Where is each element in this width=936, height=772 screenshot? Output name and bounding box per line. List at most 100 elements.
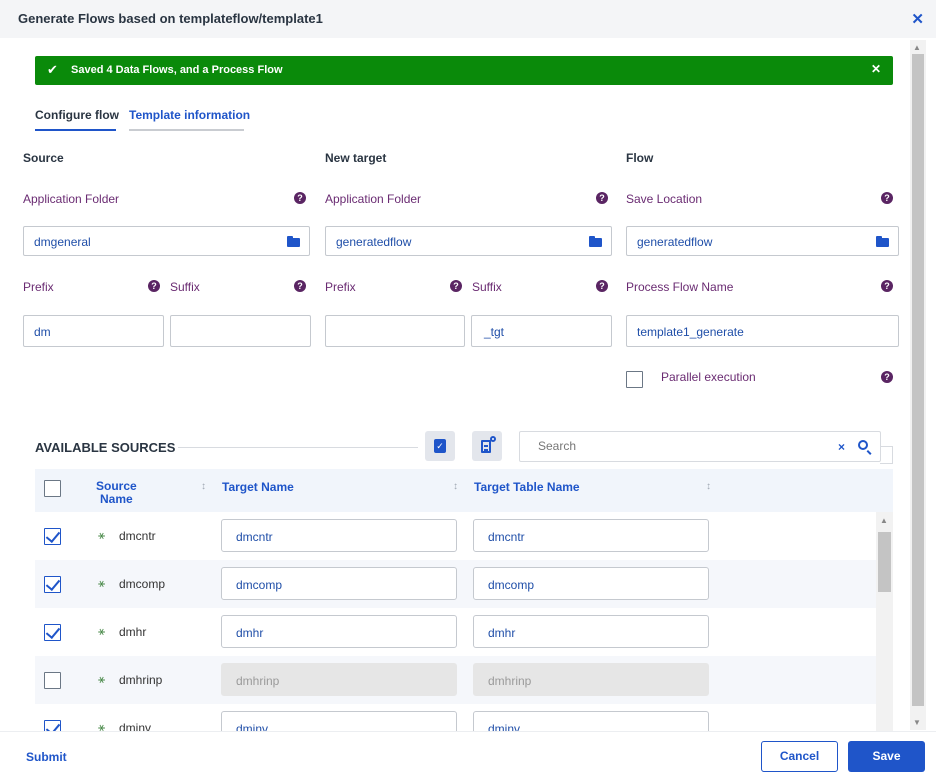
- target-table-name-input[interactable]: dmhr: [473, 615, 709, 648]
- target-prefix-input[interactable]: [325, 315, 465, 347]
- select-all-checkbox[interactable]: [44, 480, 61, 497]
- available-sources-title: AVAILABLE SOURCES: [35, 440, 176, 455]
- tab-configure-flow[interactable]: Configure flow: [35, 108, 119, 131]
- help-icon[interactable]: ?: [450, 280, 462, 292]
- target-name-input[interactable]: dmcomp: [221, 567, 457, 600]
- process-flow-name-input[interactable]: template1_generate: [626, 315, 899, 347]
- target-table-name-input[interactable]: dmcntr: [473, 519, 709, 552]
- help-icon[interactable]: ?: [881, 371, 893, 383]
- source-app-folder-field[interactable]: dmgeneral: [23, 226, 310, 256]
- sort-icon[interactable]: ↕: [706, 481, 711, 494]
- scroll-up-arrow-icon[interactable]: ▲: [880, 516, 888, 525]
- row-checkbox[interactable]: [44, 720, 61, 731]
- dialog-footer: Submit Cancel Save: [0, 731, 936, 772]
- generate-flows-dialog: Generate Flows based on templateflow/tem…: [0, 0, 936, 772]
- column-header-target-name[interactable]: Target Name: [222, 480, 294, 494]
- table-row: ⚹ dminv dminv dminv: [35, 704, 876, 731]
- cancel-button[interactable]: Cancel: [761, 741, 838, 772]
- target-table-name-value: dmcomp: [488, 578, 535, 592]
- help-icon[interactable]: ?: [294, 280, 306, 292]
- target-table-name-input-disabled: dmhrinp: [473, 663, 709, 696]
- data-flow-icon: ⚹: [98, 720, 106, 731]
- target-app-folder-label: Application Folder: [325, 192, 422, 206]
- table-row: ⚹ dmhrinp dmhrinp dmhrinp: [35, 656, 876, 704]
- save-button[interactable]: Save: [848, 741, 925, 772]
- settings-list-button[interactable]: [472, 431, 502, 461]
- folder-icon[interactable]: [287, 236, 300, 247]
- target-name-value: dmhr: [236, 626, 264, 640]
- target-name-input-disabled: dmhrinp: [221, 663, 457, 696]
- table-scrollbar-thumb[interactable]: [878, 532, 891, 592]
- save-location-value: generatedflow: [637, 235, 713, 249]
- data-flow-icon: ⚹: [98, 576, 106, 590]
- dialog-titlebar: Generate Flows based on templateflow/tem…: [0, 0, 936, 38]
- gear-icon: [490, 436, 496, 442]
- target-suffix-input[interactable]: _tgt: [471, 315, 612, 347]
- data-flow-icon: ⚹: [98, 624, 106, 638]
- column-header-source-line2: Name: [100, 492, 133, 506]
- target-table-name-value: dmhrinp: [488, 674, 532, 688]
- data-flow-icon: ⚹: [98, 528, 106, 542]
- target-table-name-value: dminv: [488, 722, 521, 731]
- target-table-name-input[interactable]: dmcomp: [473, 567, 709, 600]
- folder-icon[interactable]: [589, 236, 602, 247]
- scrollbar-thumb[interactable]: [912, 54, 924, 706]
- help-icon[interactable]: ?: [294, 192, 306, 204]
- select-all-button[interactable]: ✓: [425, 431, 455, 461]
- help-icon[interactable]: ?: [881, 280, 893, 292]
- target-name-input[interactable]: dminv: [221, 711, 457, 731]
- dialog-scrollbar[interactable]: ▲ ▼: [910, 40, 926, 730]
- parallel-execution-checkbox[interactable]: [626, 371, 643, 388]
- column-header-target-table-name[interactable]: Target Table Name: [474, 480, 580, 494]
- process-flow-name-label: Process Flow Name: [626, 280, 734, 294]
- search-input[interactable]: [538, 439, 818, 453]
- table-row: ⚹ dmcntr dmcntr dmcntr: [35, 512, 876, 560]
- source-prefix-value: dm: [34, 325, 51, 339]
- target-table-name-value: dmhr: [488, 626, 516, 640]
- table-row: ⚹ dmhr dmhr dmhr: [35, 608, 876, 656]
- target-suffix-label: Suffix: [472, 280, 502, 294]
- target-name-value: dmcntr: [236, 530, 273, 544]
- table-row: ⚹ dmcomp dmcomp dmcomp: [35, 560, 876, 608]
- source-suffix-input[interactable]: [170, 315, 311, 347]
- banner-close-icon[interactable]: ✕: [871, 62, 881, 76]
- source-prefix-label: Prefix: [23, 280, 54, 294]
- table-scrollbar[interactable]: ▲: [876, 512, 893, 731]
- success-banner: ✔ Saved 4 Data Flows, and a Process Flow…: [35, 56, 893, 85]
- help-icon[interactable]: ?: [596, 280, 608, 292]
- row-checkbox[interactable]: [44, 624, 61, 641]
- close-icon[interactable]: ✕: [911, 10, 924, 28]
- target-table-name-input[interactable]: dminv: [473, 711, 709, 731]
- target-name-value: dmhrinp: [236, 674, 280, 688]
- help-icon[interactable]: ?: [596, 192, 608, 204]
- target-app-folder-field[interactable]: generatedflow: [325, 226, 612, 256]
- source-prefix-input[interactable]: dm: [23, 315, 164, 347]
- folder-icon[interactable]: [876, 236, 889, 247]
- search-box-edge: [880, 446, 893, 464]
- target-suffix-value: _tgt: [484, 325, 505, 339]
- save-location-field[interactable]: generatedflow: [626, 226, 899, 256]
- help-icon[interactable]: ?: [148, 280, 160, 292]
- row-checkbox[interactable]: [44, 576, 61, 593]
- clear-search-icon[interactable]: ×: [838, 440, 845, 454]
- sort-icon[interactable]: ↕: [453, 481, 458, 494]
- search-box: ×: [519, 431, 881, 462]
- sort-icon[interactable]: ↕: [201, 481, 206, 494]
- source-name-cell: dminv: [119, 721, 152, 731]
- source-app-folder-label: Application Folder: [23, 192, 120, 206]
- row-checkbox[interactable]: [44, 672, 61, 689]
- search-icon[interactable]: [858, 440, 868, 450]
- target-name-input[interactable]: dmcntr: [221, 519, 457, 552]
- tab-template-information[interactable]: Template information: [129, 108, 250, 131]
- source-name-cell: dmhr: [119, 625, 147, 639]
- target-name-value: dminv: [236, 722, 269, 731]
- submit-link[interactable]: Submit: [26, 750, 67, 764]
- row-checkbox[interactable]: [44, 528, 61, 545]
- checkmark-icon: ✔: [47, 62, 58, 77]
- help-icon[interactable]: ?: [881, 192, 893, 204]
- target-name-value: dmcomp: [236, 578, 283, 592]
- scroll-up-arrow-icon[interactable]: ▲: [913, 43, 921, 52]
- column-header-source-name[interactable]: Source Name: [96, 480, 137, 506]
- target-name-input[interactable]: dmhr: [221, 615, 457, 648]
- scroll-down-arrow-icon[interactable]: ▼: [913, 718, 921, 727]
